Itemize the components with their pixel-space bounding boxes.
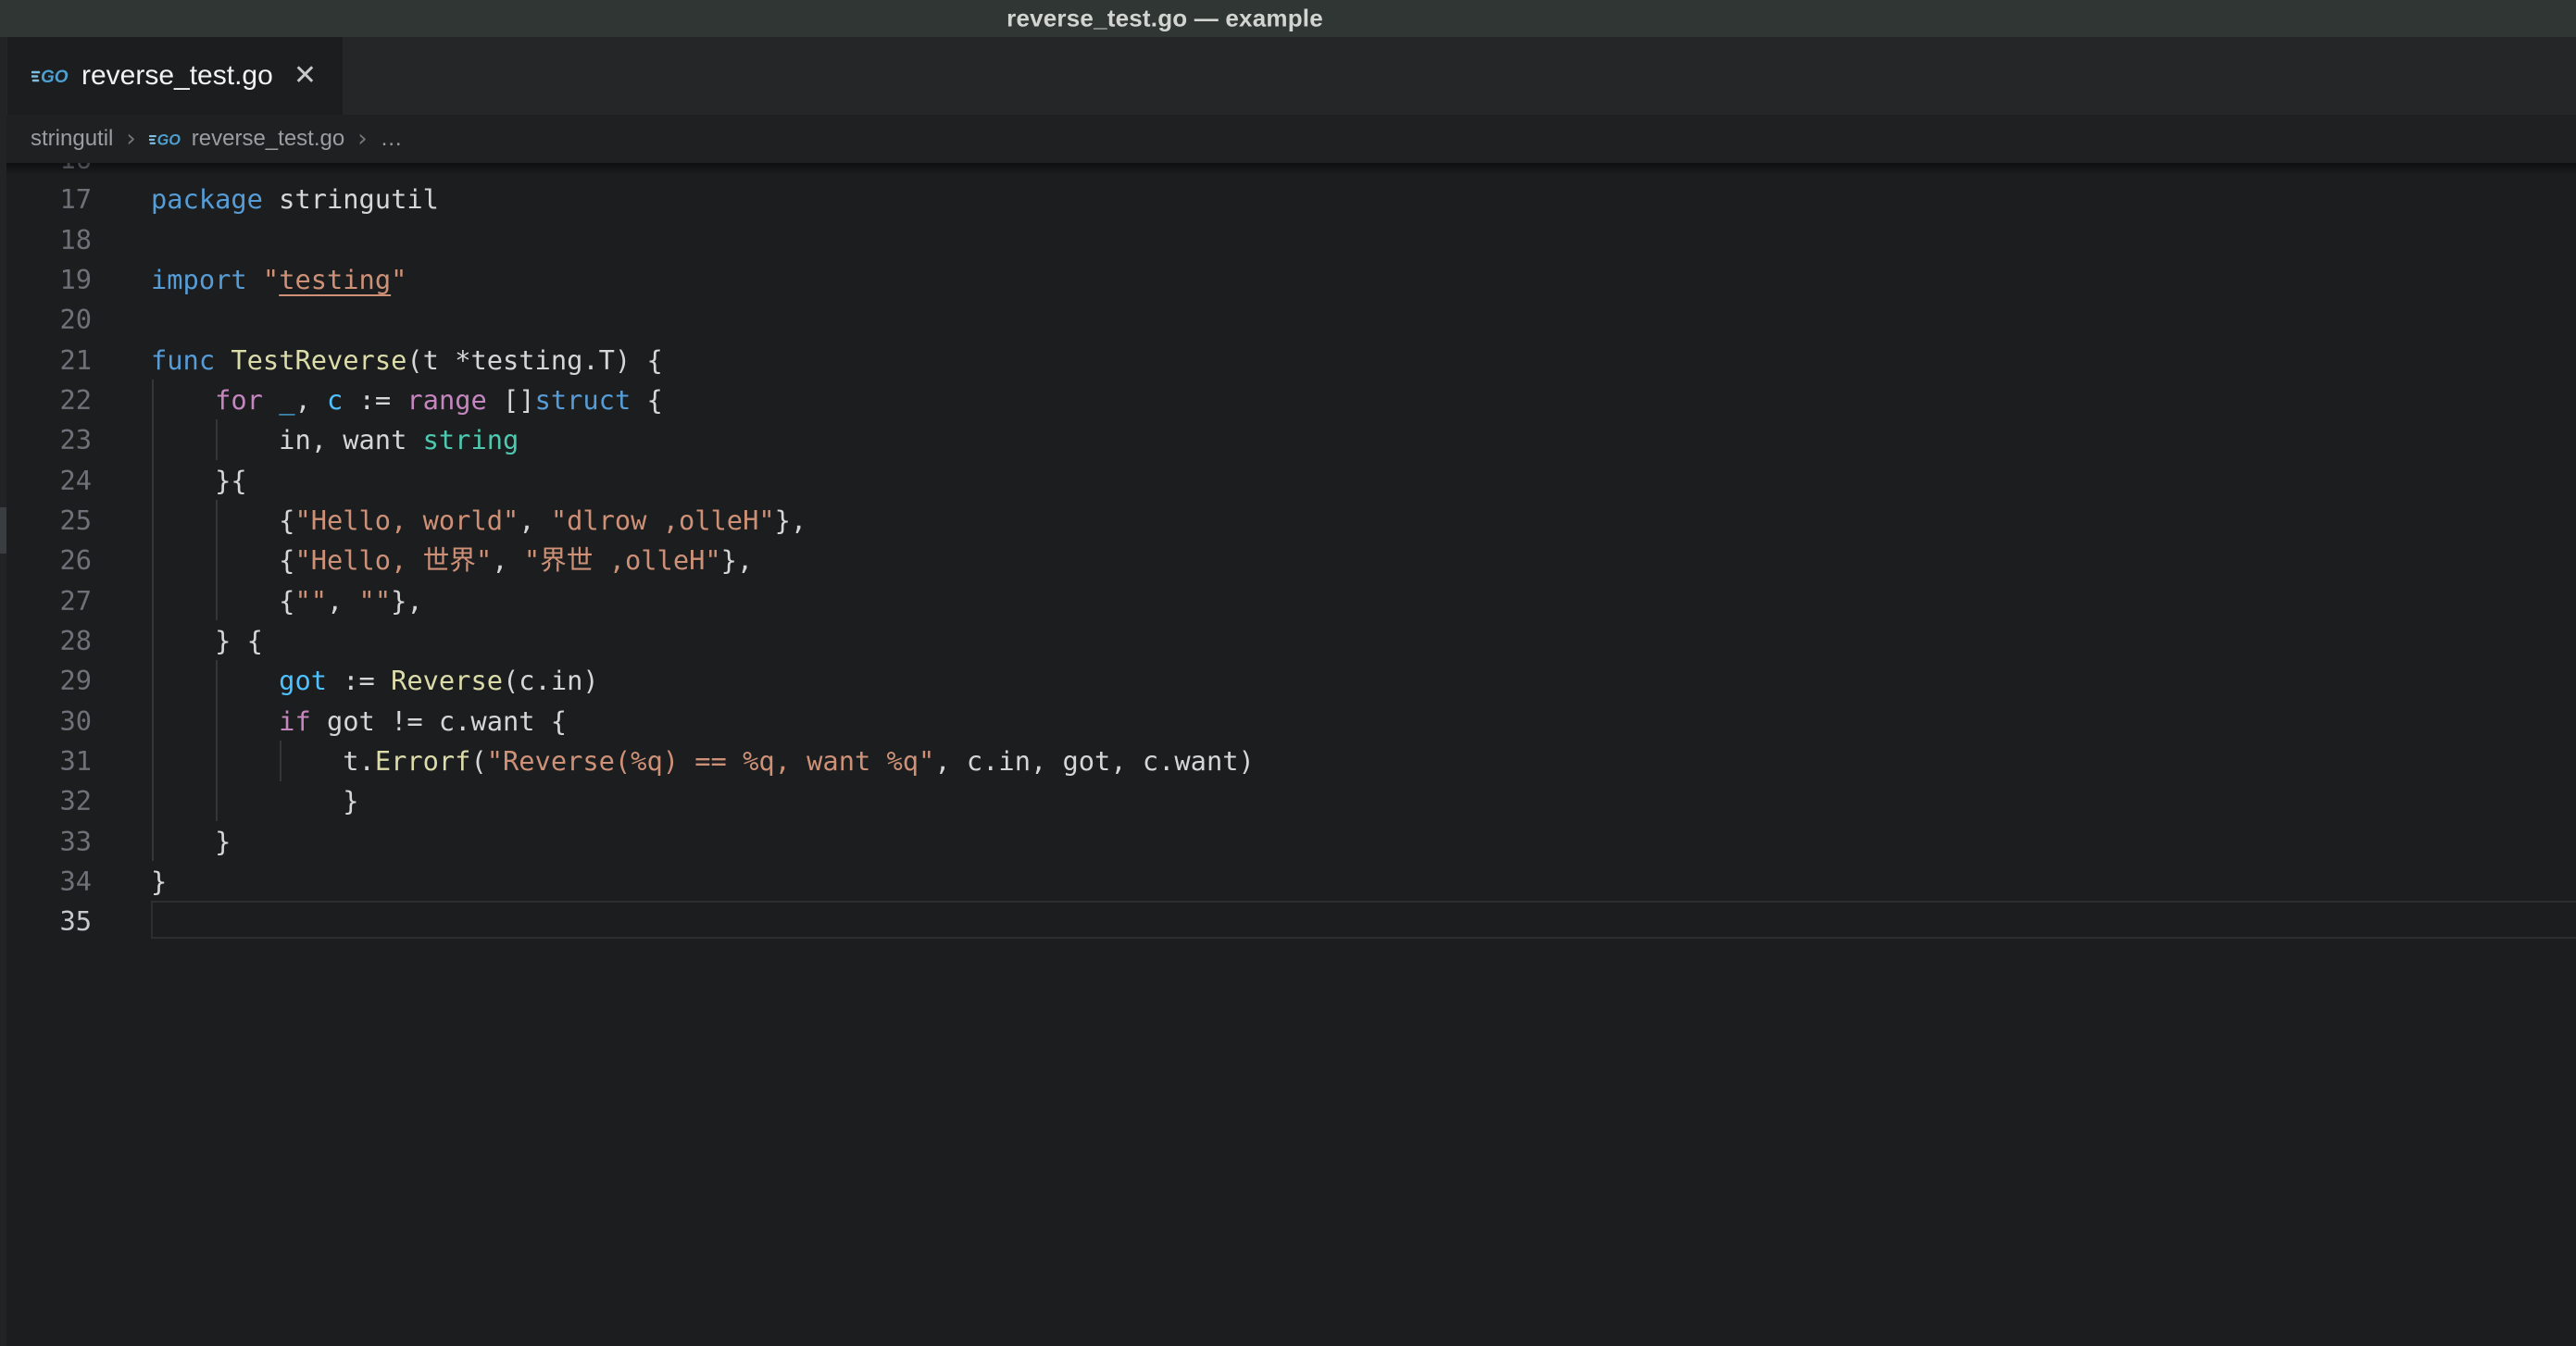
code-text: }	[151, 861, 167, 902]
chevron-right-icon: ›	[126, 125, 135, 153]
breadcrumb-folder[interactable]: stringutil	[31, 126, 113, 152]
line-number[interactable]: 35	[0, 901, 92, 941]
code-text: } {	[151, 620, 263, 661]
code-line[interactable]: 30 if got != c.want {	[0, 701, 2576, 742]
code-text: t.Errorf("Reverse(%q) == %q, want %q", c…	[151, 741, 1255, 781]
code-line[interactable]: 26 {"Hello, 世界", "界世 ,olleH"},	[0, 540, 2576, 580]
code-text: }	[151, 780, 359, 821]
breadcrumb-file-label: reverse_test.go	[192, 126, 344, 152]
code-line[interactable]: 17 package stringutil	[0, 179, 2576, 219]
code-line[interactable]: 28 } {	[0, 620, 2576, 661]
line-number[interactable]: 27	[0, 580, 92, 621]
code-line[interactable]: 19 import "testing"	[0, 259, 2576, 300]
code-text: in, want string	[151, 419, 519, 460]
code-text: }	[151, 821, 231, 862]
line-number[interactable]: 23	[0, 419, 92, 460]
code-line[interactable]: 27 {"", ""},	[0, 580, 2576, 621]
line-number[interactable]: 20	[0, 299, 92, 340]
code-line[interactable]: 24 }{	[0, 460, 2576, 501]
go-file-icon: GO	[149, 130, 182, 149]
code-line[interactable]: 21 func TestReverse(t *testing.T) {	[0, 340, 2576, 380]
code-editor[interactable]: 1617package stringutil1819import "testin…	[0, 37, 2576, 1346]
window-title-bar: reverse_test.go — example	[0, 0, 2576, 37]
line-number[interactable]: 24	[0, 460, 92, 501]
code-line[interactable]: 29 got := Reverse(c.in)	[0, 660, 2576, 701]
code-line[interactable]: 32 }	[0, 780, 2576, 821]
code-line[interactable]: 25 {"Hello, world", "dlrow ,olleH"},	[0, 500, 2576, 541]
code-line[interactable]: 18	[0, 219, 2576, 260]
code-line[interactable]: 33 }	[0, 821, 2576, 862]
code-text: if got != c.want {	[151, 701, 567, 742]
line-number[interactable]: 34	[0, 861, 92, 902]
code-line[interactable]: 23 in, want string	[0, 419, 2576, 460]
line-number[interactable]: 32	[0, 780, 92, 821]
code-text: {"Hello, 世界", "界世 ,olleH"},	[151, 540, 753, 580]
line-number[interactable]: 21	[0, 340, 92, 380]
svg-text:GO: GO	[156, 131, 181, 148]
line-number[interactable]: 29	[0, 660, 92, 701]
line-number[interactable]: 31	[0, 741, 92, 781]
chevron-right-icon: ›	[357, 125, 367, 153]
line-number[interactable]: 30	[0, 701, 92, 742]
line-number[interactable]: 18	[0, 219, 92, 260]
window-title: reverse_test.go — example	[1007, 5, 1323, 33]
line-number[interactable]: 19	[0, 259, 92, 300]
tab-reverse-test-go[interactable]: GO reverse_test.go ✕	[7, 37, 343, 115]
editor-tab-strip: GO reverse_test.go ✕	[0, 37, 2576, 115]
code-text: }{	[151, 460, 247, 501]
code-text: got := Reverse(c.in)	[151, 660, 599, 701]
line-number[interactable]: 33	[0, 821, 92, 862]
code-text: {"Hello, world", "dlrow ,olleH"},	[151, 500, 807, 541]
line-number[interactable]: 26	[0, 540, 92, 580]
window-left-edge	[0, 37, 6, 1346]
code-text: import "testing"	[151, 259, 406, 300]
code-text: func TestReverse(t *testing.T) {	[151, 340, 663, 380]
code-line[interactable]: 34}	[0, 861, 2576, 902]
code-line[interactable]: 31 t.Errorf("Reverse(%q) == %q, want %q"…	[0, 741, 2576, 781]
tab-label: reverse_test.go	[81, 60, 273, 92]
go-file-icon: GO	[31, 65, 70, 87]
line-number[interactable]: 22	[0, 380, 92, 420]
code-text: {"", ""},	[151, 580, 423, 621]
code-text: for _, c := range []struct {	[151, 380, 663, 420]
code-line[interactable]: 20	[0, 299, 2576, 340]
line-number[interactable]: 25	[0, 500, 92, 541]
code-line[interactable]: 35	[0, 901, 2576, 941]
breadcrumb-file[interactable]: GO reverse_test.go	[149, 126, 344, 152]
scrollbar-thumb[interactable]	[0, 507, 6, 554]
code-line[interactable]: 22 for _, c := range []struct {	[0, 380, 2576, 420]
line-number[interactable]: 28	[0, 620, 92, 661]
breadcrumb: stringutil › GO reverse_test.go › …	[0, 115, 2576, 163]
svg-text:GO: GO	[41, 68, 69, 87]
line-number[interactable]: 17	[0, 179, 92, 219]
breadcrumb-symbol[interactable]: …	[381, 126, 403, 152]
code-text: package stringutil	[151, 179, 439, 219]
tab-close-icon[interactable]: ✕	[294, 62, 317, 90]
